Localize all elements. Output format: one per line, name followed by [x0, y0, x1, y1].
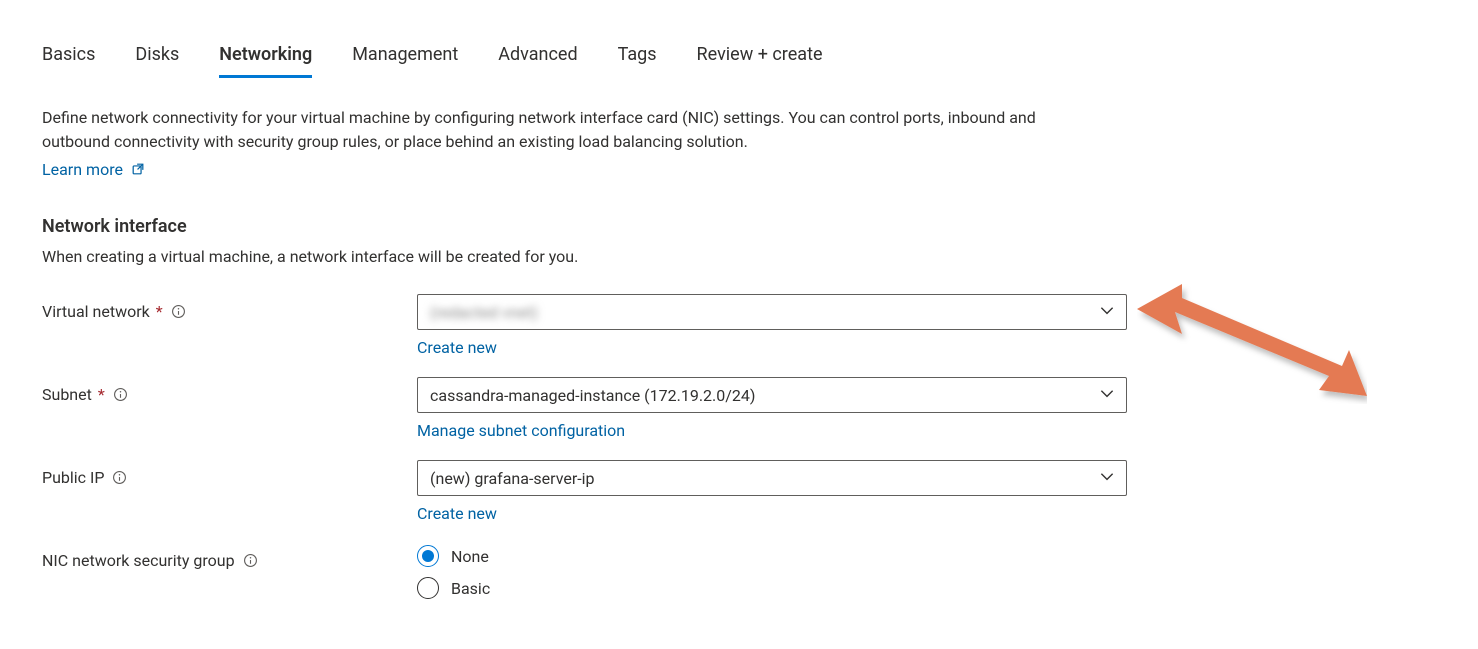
- nsg-radio-none[interactable]: None: [417, 545, 1127, 567]
- virtual-network-select[interactable]: (redacted vnet): [417, 294, 1127, 330]
- intro-text: Define network connectivity for your vir…: [42, 106, 1102, 154]
- tab-management[interactable]: Management: [352, 40, 458, 78]
- row-nic-nsg: NIC network security group None Basic: [42, 543, 1458, 599]
- label-subnet: Subnet *: [42, 377, 417, 404]
- virtual-network-value: (redacted vnet): [430, 303, 538, 322]
- radio-icon: [417, 545, 439, 567]
- vnet-create-new-link[interactable]: Create new: [417, 338, 497, 357]
- public-ip-create-new-link[interactable]: Create new: [417, 504, 497, 523]
- tab-networking[interactable]: Networking: [219, 40, 312, 78]
- subnet-value: cassandra-managed-instance (172.19.2.0/2…: [430, 386, 755, 405]
- chevron-down-icon: [1098, 384, 1116, 406]
- wizard-tabs: Basics Disks Networking Management Advan…: [42, 40, 1458, 78]
- public-ip-value: (new) grafana-server-ip: [430, 469, 595, 488]
- learn-more-link[interactable]: Learn more: [42, 160, 145, 179]
- nsg-radio-group: None Basic: [417, 543, 1127, 599]
- chevron-down-icon: [1098, 467, 1116, 489]
- info-icon[interactable]: [113, 387, 128, 402]
- label-nic-nsg: NIC network security group: [42, 543, 417, 570]
- external-link-icon: [131, 161, 145, 180]
- required-asterisk: *: [98, 385, 105, 404]
- tab-basics[interactable]: Basics: [42, 40, 95, 78]
- label-virtual-network: Virtual network *: [42, 294, 417, 321]
- learn-more-label: Learn more: [42, 160, 123, 179]
- radio-icon: [417, 577, 439, 599]
- section-title-network-interface: Network interface: [42, 216, 1458, 237]
- required-asterisk: *: [156, 302, 163, 321]
- nsg-radio-basic[interactable]: Basic: [417, 577, 1127, 599]
- tab-disks[interactable]: Disks: [135, 40, 179, 78]
- row-public-ip: Public IP (new) grafana-server-ip Create…: [42, 460, 1458, 523]
- label-public-ip: Public IP: [42, 460, 417, 487]
- info-icon[interactable]: [243, 553, 258, 568]
- tab-tags[interactable]: Tags: [618, 40, 657, 78]
- nsg-radio-none-label: None: [451, 547, 489, 566]
- nsg-radio-basic-label: Basic: [451, 579, 490, 598]
- row-subnet: Subnet * cassandra-managed-instance (172…: [42, 377, 1458, 440]
- chevron-down-icon: [1098, 301, 1116, 323]
- tab-advanced[interactable]: Advanced: [498, 40, 577, 78]
- row-virtual-network: Virtual network * (redacted vnet) Create…: [42, 294, 1458, 357]
- public-ip-select[interactable]: (new) grafana-server-ip: [417, 460, 1127, 496]
- section-subtitle: When creating a virtual machine, a netwo…: [42, 247, 1458, 266]
- info-icon[interactable]: [171, 304, 186, 319]
- info-icon[interactable]: [112, 470, 127, 485]
- manage-subnet-link[interactable]: Manage subnet configuration: [417, 421, 625, 440]
- tab-review-create[interactable]: Review + create: [697, 40, 823, 78]
- subnet-select[interactable]: cassandra-managed-instance (172.19.2.0/2…: [417, 377, 1127, 413]
